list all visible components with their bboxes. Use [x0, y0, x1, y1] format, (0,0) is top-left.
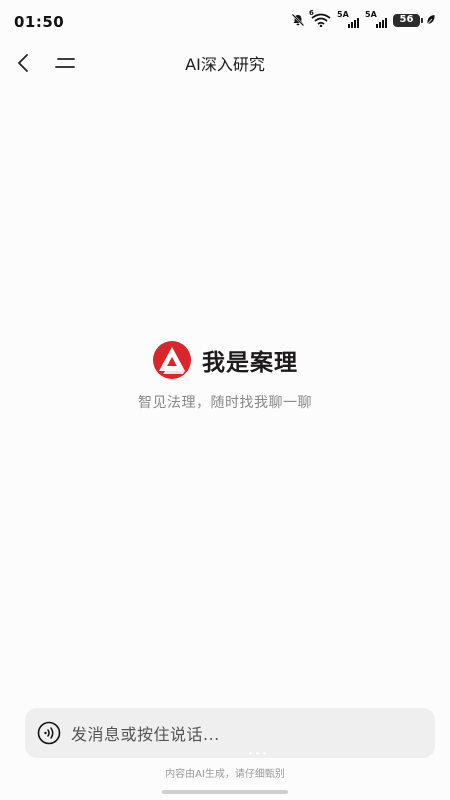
network-type-1: 5A	[337, 10, 349, 19]
top-nav-bar: AI深入研究	[0, 42, 450, 82]
brand-block: 我是案理 智见法理，随时找我聊一聊	[0, 340, 450, 412]
status-time: 01:50	[14, 13, 65, 31]
brand-row: 我是案理	[0, 340, 450, 380]
voice-button[interactable]	[37, 721, 61, 745]
leaf-icon	[426, 14, 436, 26]
signal-2-icon: 5A	[365, 10, 387, 28]
chevron-left-icon	[18, 54, 28, 72]
wifi-icon: 6	[309, 9, 331, 27]
wifi-tag: 6	[309, 9, 314, 17]
battery-icon: 56	[393, 13, 423, 27]
input-dots	[249, 752, 266, 755]
brand-name: 我是案理	[202, 350, 298, 376]
message-input[interactable]: 发消息或按住说话...	[71, 721, 220, 745]
status-icons: 6 5A 5A 56	[291, 9, 436, 29]
menu-icon	[55, 58, 75, 68]
home-indicator[interactable]	[162, 790, 288, 794]
brand-tagline: 智见法理，随时找我聊一聊	[138, 395, 312, 411]
brand-logo-icon	[153, 341, 191, 379]
back-button[interactable]	[10, 50, 36, 76]
signal-1-icon: 5A	[337, 10, 359, 28]
voice-wave-icon	[37, 721, 61, 745]
status-bar: 01:50 6 5A 5A 56	[0, 0, 450, 42]
menu-button[interactable]	[50, 50, 80, 76]
ai-disclaimer: 内容由AI生成，请仔细甄别	[165, 769, 285, 780]
message-input-bar[interactable]: 发消息或按住说话...	[25, 708, 435, 758]
network-type-2: 5A	[365, 10, 377, 19]
bell-off-icon	[291, 13, 305, 27]
battery-level: 56	[399, 14, 414, 25]
